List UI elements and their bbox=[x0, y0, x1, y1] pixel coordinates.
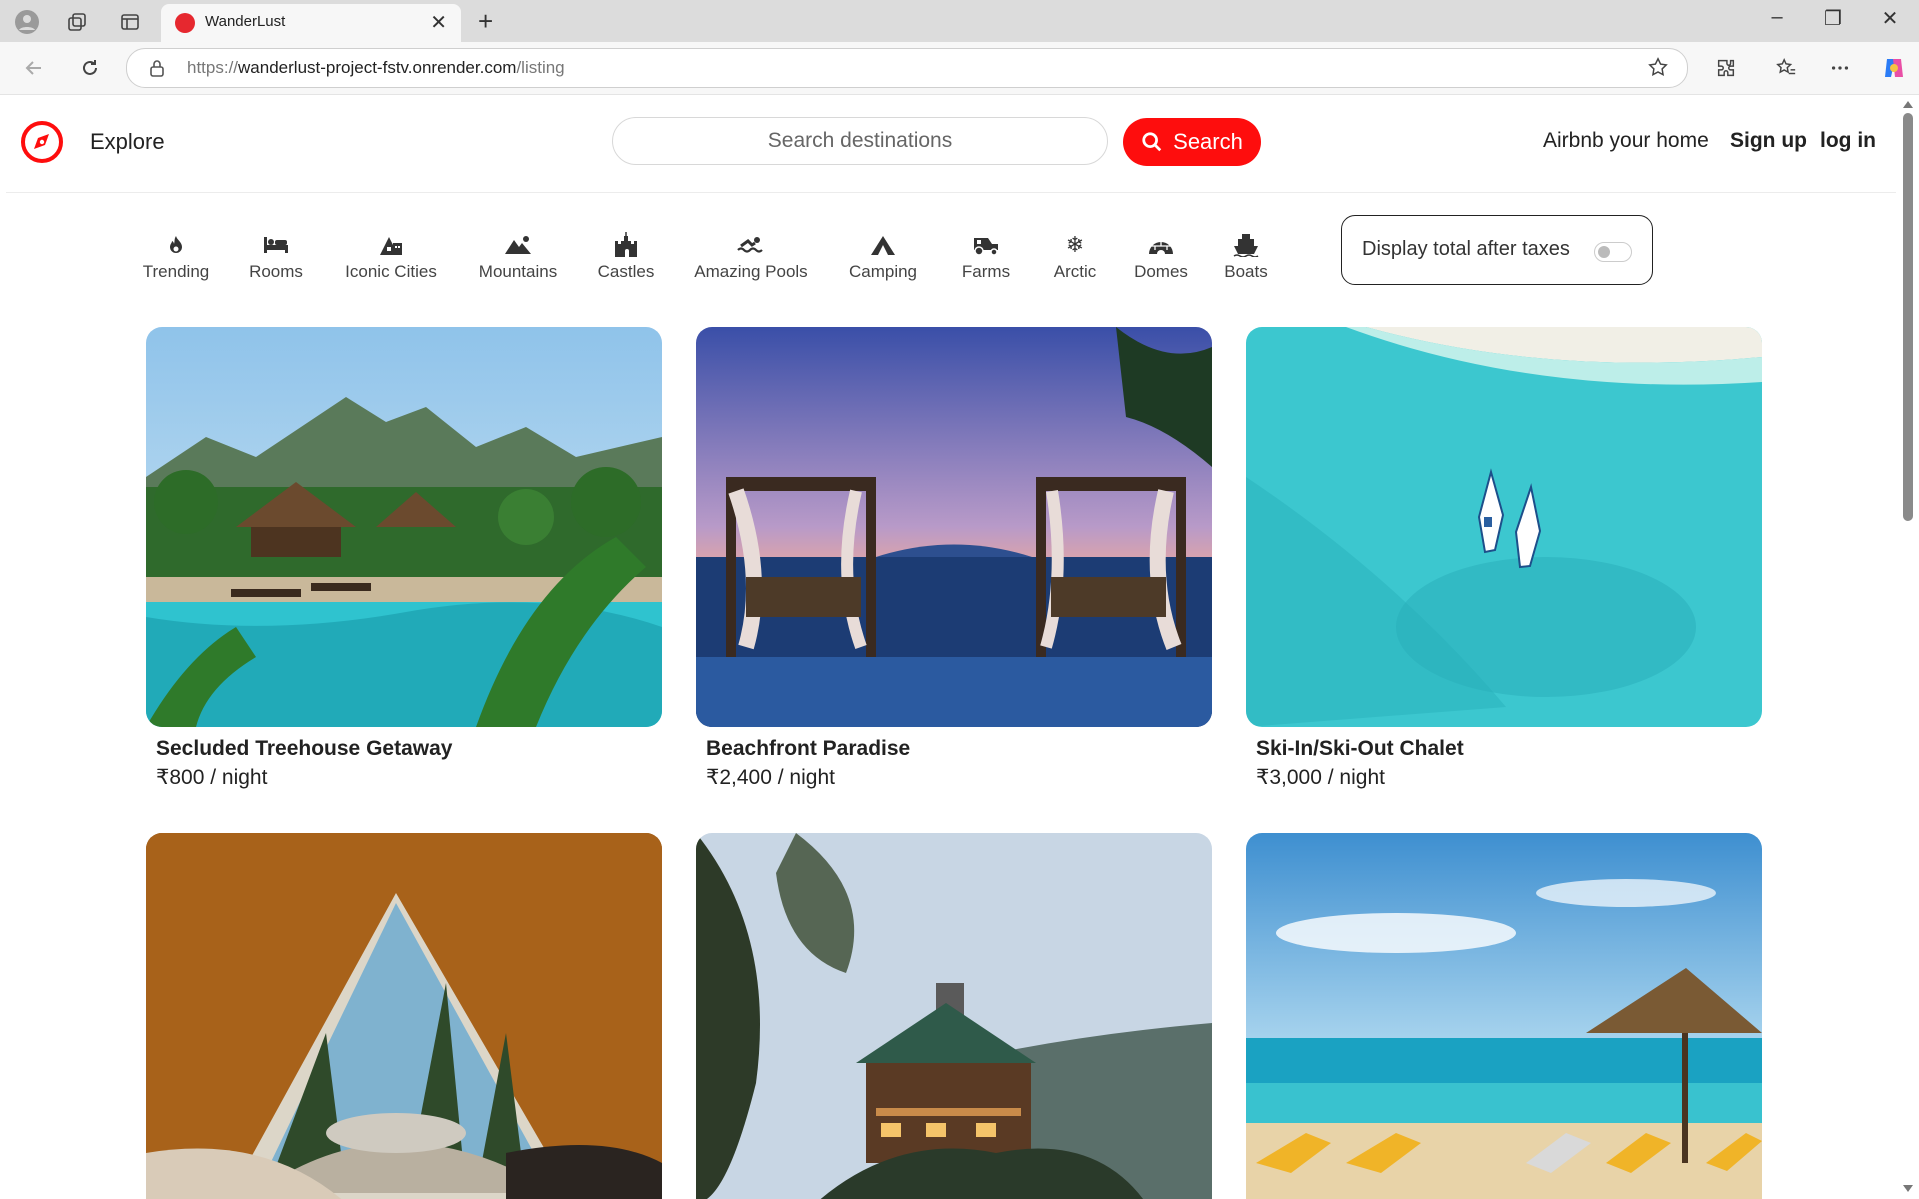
listing-title: Ski-In/Ski-Out Chalet bbox=[1256, 737, 1464, 760]
snowflake-icon: ❄ bbox=[1065, 232, 1085, 257]
listing-title: Beachfront Paradise bbox=[706, 737, 911, 760]
close-window-icon[interactable]: ✕ bbox=[1875, 6, 1905, 31]
login-link[interactable]: log in bbox=[1820, 129, 1876, 153]
vertical-tabs-icon[interactable] bbox=[117, 9, 143, 35]
filter-label: Arctic bbox=[1053, 262, 1097, 281]
listing-image[interactable] bbox=[696, 327, 1212, 727]
filter-label: Castles bbox=[597, 262, 655, 281]
signup-link[interactable]: Sign up bbox=[1730, 129, 1807, 153]
search-button[interactable]: Search bbox=[1123, 118, 1261, 166]
page-scrollbar[interactable] bbox=[1896, 95, 1919, 1199]
scroll-up-icon[interactable] bbox=[1903, 101, 1913, 108]
close-tab-icon[interactable]: ✕ bbox=[430, 10, 447, 35]
filter-label: Iconic Cities bbox=[345, 262, 437, 281]
address-bar[interactable]: https://wanderlust-project-fstv.onrender… bbox=[126, 48, 1688, 88]
filter-farms[interactable]: Farms bbox=[946, 230, 1026, 300]
search-input[interactable] bbox=[612, 117, 1108, 165]
filter-amazing-pools[interactable]: Amazing Pools bbox=[686, 230, 816, 300]
filter-label: Rooms bbox=[249, 262, 303, 281]
search-icon bbox=[1142, 132, 1162, 152]
city-icon bbox=[336, 230, 446, 260]
browser-tab-bar: WanderLust ✕ + – ❐ ✕ bbox=[0, 0, 1919, 42]
tax-toggle-switch[interactable] bbox=[1594, 242, 1632, 262]
filter-camping[interactable]: Camping bbox=[838, 230, 928, 300]
mountain-icon bbox=[468, 230, 568, 260]
igloo-icon bbox=[1121, 230, 1201, 260]
minimize-icon[interactable]: – bbox=[1762, 6, 1792, 29]
filter-label: Camping bbox=[848, 262, 918, 281]
tent-icon bbox=[838, 230, 928, 260]
bed-icon bbox=[236, 230, 316, 260]
lock-icon[interactable] bbox=[149, 59, 165, 82]
listing-card[interactable] bbox=[696, 833, 1212, 1199]
new-tab-icon[interactable]: + bbox=[478, 6, 493, 37]
listing-image[interactable] bbox=[146, 327, 662, 727]
extensions-icon[interactable] bbox=[1712, 54, 1740, 82]
tax-toggle-label: Display total after taxes bbox=[1362, 238, 1570, 260]
filter-label: Farms bbox=[961, 262, 1011, 281]
filter-trending[interactable]: Trending bbox=[136, 230, 216, 300]
favorites-icon[interactable] bbox=[1772, 54, 1800, 82]
ship-icon bbox=[1206, 230, 1286, 260]
filter-label: Amazing Pools bbox=[694, 262, 808, 281]
browser-tab[interactable]: WanderLust ✕ bbox=[161, 4, 461, 42]
filter-iconic-cities[interactable]: Iconic Cities bbox=[336, 230, 446, 300]
listing-image[interactable] bbox=[696, 833, 1212, 1199]
fire-icon bbox=[136, 230, 216, 260]
explore-link[interactable]: Explore bbox=[90, 129, 165, 155]
restore-icon[interactable]: ❐ bbox=[1818, 6, 1848, 31]
listing-price: ₹800 / night bbox=[156, 766, 268, 789]
scroll-thumb[interactable] bbox=[1903, 113, 1913, 521]
more-options-icon[interactable] bbox=[1826, 54, 1854, 82]
listing-price: ₹3,000 / night bbox=[1256, 766, 1385, 789]
url-path: /listing bbox=[516, 58, 565, 77]
site-navbar: Explore Search Airbnb your home Sign up … bbox=[6, 95, 1896, 193]
page-content: Explore Search Airbnb your home Sign up … bbox=[6, 95, 1896, 1199]
listing-card[interactable]: Ski-In/Ski-Out Chalet ₹3,000 / night bbox=[1246, 327, 1762, 790]
profile-icon[interactable] bbox=[14, 9, 40, 35]
tax-toggle-box: Display total after taxes bbox=[1341, 215, 1653, 285]
tractor-icon bbox=[946, 230, 1026, 260]
listing-image[interactable] bbox=[1246, 833, 1762, 1199]
swimmer-icon bbox=[686, 230, 816, 260]
filter-label: Domes bbox=[1134, 262, 1188, 281]
listing-image[interactable] bbox=[146, 833, 662, 1199]
compass-logo-icon[interactable] bbox=[19, 119, 65, 165]
listing-card[interactable] bbox=[146, 833, 662, 1199]
wanderlust-favicon-icon bbox=[175, 13, 195, 33]
filter-label: Trending bbox=[142, 262, 210, 281]
filter-rooms[interactable]: Rooms bbox=[236, 230, 316, 300]
airbnb-your-home-link[interactable]: Airbnb your home bbox=[1543, 129, 1709, 153]
url-text: https://wanderlust-project-fstv.onrender… bbox=[187, 58, 565, 78]
copilot-icon[interactable] bbox=[1880, 54, 1908, 82]
listing-image[interactable] bbox=[1246, 327, 1762, 727]
filter-domes[interactable]: Domes bbox=[1121, 230, 1201, 300]
url-scheme: https:// bbox=[187, 58, 239, 77]
listing-card[interactable]: Beachfront Paradise ₹2,400 / night bbox=[696, 327, 1212, 790]
filter-label: Boats bbox=[1224, 262, 1268, 281]
favorite-star-icon[interactable] bbox=[1647, 56, 1669, 83]
filter-mountains[interactable]: Mountains bbox=[468, 230, 568, 300]
tab-title: WanderLust bbox=[205, 13, 286, 30]
toggle-knob bbox=[1598, 246, 1610, 258]
listing-card[interactable]: Secluded Treehouse Getaway ₹800 / night bbox=[146, 327, 662, 790]
filter-arctic[interactable]: ❄ Arctic bbox=[1040, 230, 1110, 300]
listing-price: ₹2,400 / night bbox=[706, 766, 835, 789]
workspaces-icon[interactable] bbox=[64, 9, 90, 35]
filter-label: Mountains bbox=[478, 262, 558, 281]
castle-icon bbox=[586, 230, 666, 260]
filter-boats[interactable]: Boats bbox=[1206, 230, 1286, 300]
back-icon[interactable] bbox=[20, 54, 48, 82]
search-button-label: Search bbox=[1173, 129, 1243, 154]
listing-card[interactable] bbox=[1246, 833, 1762, 1199]
listing-title: Secluded Treehouse Getaway bbox=[156, 737, 453, 760]
reload-icon[interactable] bbox=[76, 54, 104, 82]
scroll-down-icon[interactable] bbox=[1903, 1185, 1913, 1192]
browser-toolbar: https://wanderlust-project-fstv.onrender… bbox=[0, 42, 1919, 95]
filter-castles[interactable]: Castles bbox=[586, 230, 666, 300]
url-host: wanderlust-project-fstv.onrender.com bbox=[238, 58, 517, 77]
